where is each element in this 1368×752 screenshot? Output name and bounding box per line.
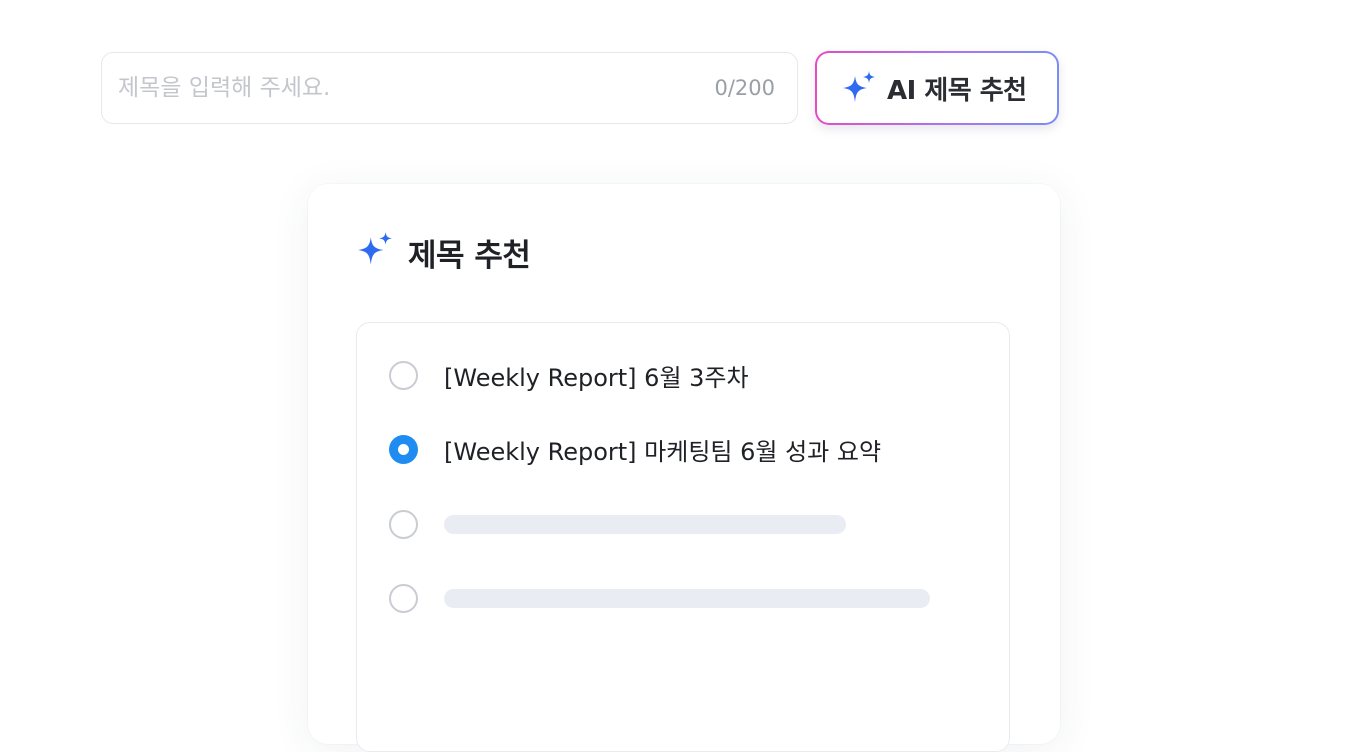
sparkle-icon <box>841 70 877 106</box>
title-input-container: 0/200 <box>101 52 798 124</box>
suggestion-option-1[interactable]: [Weekly Report] 6월 3주차 <box>389 355 989 395</box>
suggestion-label: [Weekly Report] 마케팅팀 6월 성과 요약 <box>444 437 882 466</box>
radio-button-selected[interactable] <box>389 434 418 464</box>
radio-button[interactable] <box>389 583 418 613</box>
suggestion-label: [Weekly Report] 6월 3주차 <box>444 363 749 392</box>
ai-button-body: AI 제목 추천 <box>817 53 1057 123</box>
loading-skeleton-bar <box>444 588 930 608</box>
suggestion-option-3-loading[interactable] <box>389 504 989 544</box>
title-suggestion-panel: 제목 추천 [Weekly Report] 6월 3주차 [Weekly Rep… <box>308 184 1060 752</box>
radio-button[interactable] <box>389 360 418 390</box>
panel-header: 제목 추천 <box>356 231 531 274</box>
suggestion-list: [Weekly Report] 6월 3주차 [Weekly Report] 마… <box>356 322 1010 752</box>
sparkle-icon <box>356 231 394 273</box>
radio-button[interactable] <box>389 509 418 539</box>
title-input[interactable] <box>118 53 678 122</box>
suggestion-option-2[interactable]: [Weekly Report] 마케팅팀 6월 성과 요약 <box>389 429 989 469</box>
ai-title-recommend-button[interactable]: AI 제목 추천 <box>815 51 1059 125</box>
ai-button-label: AI 제목 추천 <box>887 75 1027 106</box>
suggestion-option-4-loading[interactable] <box>389 578 989 618</box>
char-counter: 0/200 <box>714 76 775 100</box>
panel-title: 제목 추천 <box>408 237 531 274</box>
loading-skeleton-bar <box>444 514 846 534</box>
